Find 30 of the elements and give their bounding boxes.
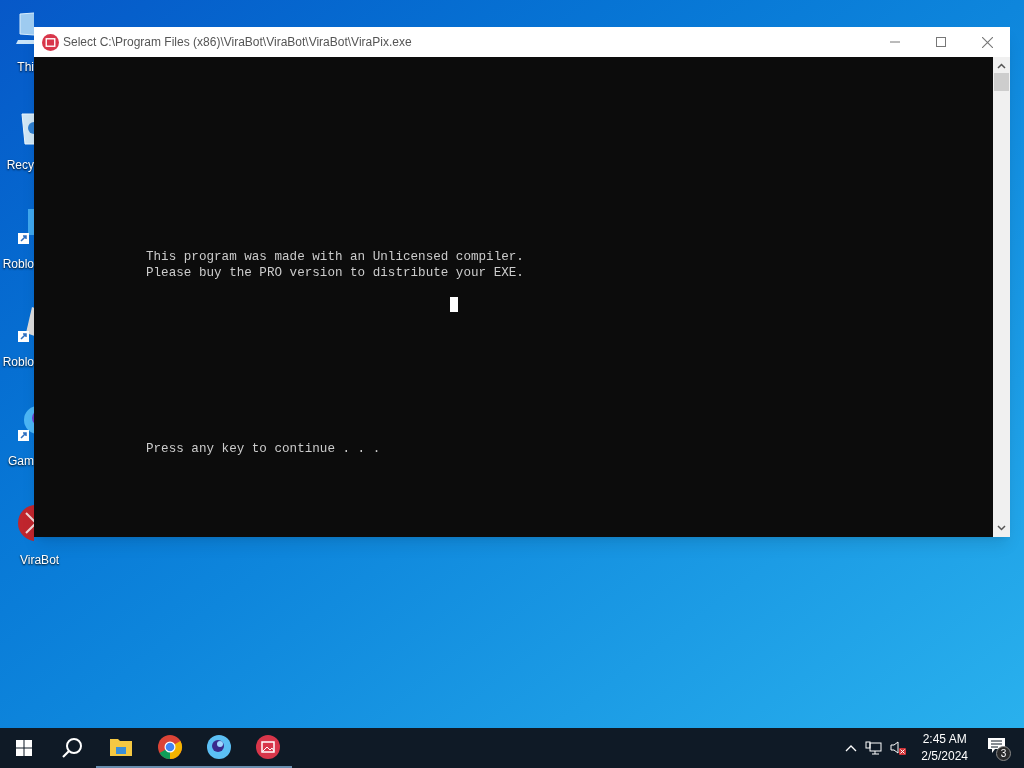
desktop-icon-label[interactable]: Thi — [17, 58, 34, 76]
speaker-muted-icon[interactable] — [890, 740, 908, 756]
scroll-thumb[interactable] — [994, 73, 1009, 91]
window-title: Select C:\Program Files (x86)\ViraBot\ViraBot\ViraBot\ViraPix.exe — [63, 34, 412, 51]
notification-button[interactable]: 3 — [986, 736, 1010, 760]
clock-time[interactable]: 2:45 AM — [922, 731, 967, 748]
picture-app-icon — [254, 734, 281, 760]
scroll-down-icon[interactable] — [997, 525, 1006, 531]
network-icon[interactable] — [865, 740, 883, 756]
desktop-icon-label[interactable]: ViraBot — [20, 551, 60, 569]
windows-icon — [16, 740, 32, 756]
orb-icon — [205, 734, 232, 760]
scroll-up-icon[interactable] — [997, 63, 1006, 69]
desktop-icon-label[interactable]: Recy — [6, 156, 34, 174]
close-icon — [981, 36, 993, 48]
text-cursor — [450, 297, 458, 312]
browser-icon — [156, 734, 183, 760]
desktop-icon-label[interactable]: Roblo — [2, 353, 34, 371]
console-text: Please buy the PRO version to distribute your EXE. — [146, 265, 524, 281]
console-text: This program was made with an Unlicensed compiler. — [146, 249, 524, 265]
desktop-icon-label[interactable]: Roblo — [2, 255, 34, 273]
desktop-icon-label[interactable]: Gam — [8, 452, 34, 470]
maximize-icon — [936, 37, 946, 47]
console-text: Press any key to continue . . . — [146, 441, 381, 457]
clock-date[interactable]: 2/5/2024 — [921, 748, 968, 765]
app-icon — [42, 33, 59, 51]
scrollbar[interactable] — [993, 57, 1010, 537]
search-icon — [61, 737, 83, 759]
chevron-up-icon[interactable] — [845, 744, 858, 752]
notification-badge: 3 — [996, 746, 1011, 761]
